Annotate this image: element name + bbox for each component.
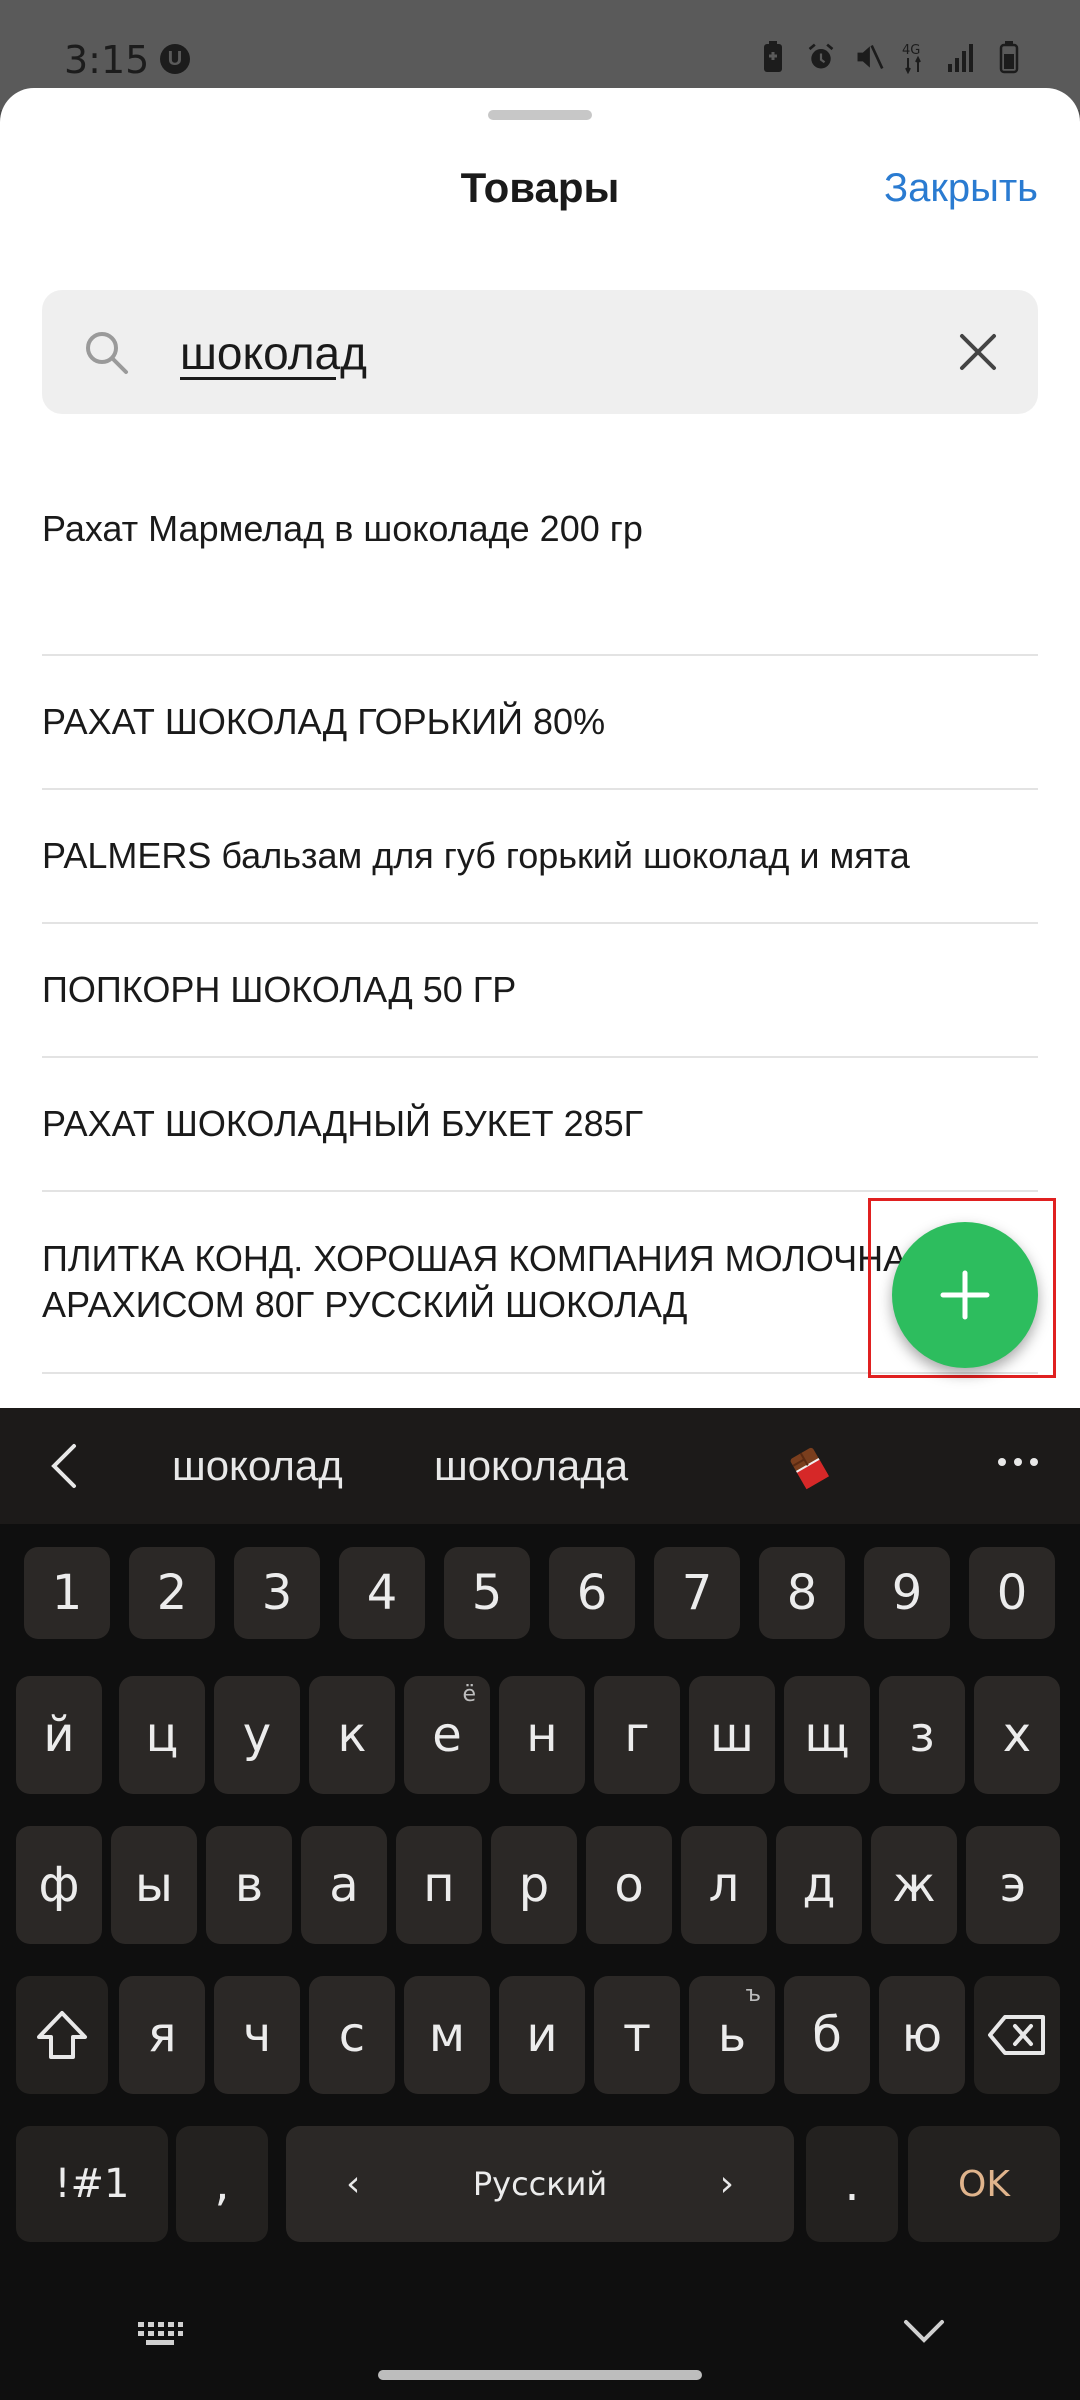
mute-icon <box>854 40 884 74</box>
network-type-label: 4G <box>902 43 920 58</box>
key-9[interactable]: 9 <box>864 1547 950 1639</box>
key-э[interactable]: э <box>966 1826 1060 1944</box>
key-д[interactable]: д <box>776 1826 862 1944</box>
alarm-icon <box>806 40 836 74</box>
symbols-key[interactable]: !#1 <box>16 2126 168 2242</box>
product-name: PALMERS бальзам для губ горький шоколад … <box>42 835 910 876</box>
status-time: 3:15 <box>64 38 150 82</box>
key-ь-alt-label: ъ <box>745 1982 761 2007</box>
backspace-key[interactable] <box>974 1976 1060 2094</box>
product-list-item[interactable]: РАХАТ ШОКОЛАДНЫЙ БУКЕТ 285Г <box>42 1058 1038 1192</box>
key-к[interactable]: к <box>309 1676 395 1794</box>
cursor-left-icon: ‹ <box>346 2163 361 2205</box>
key-р[interactable]: р <box>491 1826 577 1944</box>
key-0[interactable]: 0 <box>969 1547 1055 1639</box>
key-в[interactable]: в <box>206 1826 292 1944</box>
suggestion-1[interactable]: шоколад <box>172 1442 343 1490</box>
comma-key[interactable]: , <box>176 2126 268 2242</box>
key-м[interactable]: м <box>404 1976 490 2094</box>
back-chevron-icon[interactable] <box>48 1442 80 1490</box>
battery-saver-icon <box>758 40 788 74</box>
key-х[interactable]: х <box>974 1676 1060 1794</box>
key-у[interactable]: у <box>214 1676 300 1794</box>
key-ц[interactable]: ц <box>119 1676 205 1794</box>
signal-strength-icon <box>946 40 976 74</box>
product-name: Рахат Мармелад в шоколаде 200 гр <box>42 508 643 549</box>
key-й[interactable]: й <box>16 1676 102 1794</box>
key-4[interactable]: 4 <box>339 1547 425 1639</box>
keyboard-switch-icon[interactable] <box>136 2318 184 2348</box>
key-1[interactable]: 1 <box>24 1547 110 1639</box>
cursor-right-icon: › <box>719 2163 734 2205</box>
key-е-label: е <box>432 1707 462 1763</box>
key-щ[interactable]: щ <box>784 1676 870 1794</box>
add-product-button[interactable] <box>892 1222 1038 1368</box>
key-ш[interactable]: ш <box>689 1676 775 1794</box>
network-type-icon: 4G <box>902 40 928 75</box>
space-key[interactable]: ‹ Русский › <box>286 2126 794 2242</box>
u-notification-icon: U <box>160 44 190 74</box>
product-name: РАХАТ ШОКОЛАД ГОРЬКИЙ 80% <box>42 701 606 742</box>
key-я[interactable]: я <box>119 1976 205 2094</box>
key-7[interactable]: 7 <box>654 1547 740 1639</box>
hide-keyboard-icon[interactable] <box>902 2316 946 2346</box>
backspace-icon <box>988 2015 1045 2055</box>
suggestion-bar: шоколад шоколада <box>0 1408 1080 1524</box>
close-button[interactable]: Закрыть <box>884 166 1038 211</box>
key-ы[interactable]: ы <box>111 1826 197 1944</box>
shift-key[interactable] <box>16 1976 108 2094</box>
product-list-item[interactable]: PALMERS бальзам для губ горький шоколад … <box>42 790 1038 924</box>
space-language-label: Русский <box>472 2165 608 2203</box>
more-options-icon[interactable] <box>996 1452 1040 1472</box>
key-5[interactable]: 5 <box>444 1547 530 1639</box>
key-ч[interactable]: ч <box>214 1976 300 2094</box>
ok-key[interactable]: OK <box>908 2126 1060 2242</box>
product-list-item[interactable]: Рахат Мармелад в шоколаде 200 гр <box>42 500 1038 656</box>
key-е-alt-label: ё <box>462 1682 476 1707</box>
search-input[interactable] <box>180 318 940 388</box>
clear-search-icon[interactable] <box>958 332 998 372</box>
key-6[interactable]: 6 <box>549 1547 635 1639</box>
key-о[interactable]: о <box>586 1826 672 1944</box>
product-list-item[interactable]: РАХАТ ШОКОЛАД ГОРЬКИЙ 80% <box>42 656 1038 790</box>
search-icon <box>86 332 128 374</box>
suggestion-2[interactable]: шоколада <box>434 1442 628 1490</box>
key-ф[interactable]: ф <box>16 1826 102 1944</box>
key-2[interactable]: 2 <box>129 1547 215 1639</box>
key-е[interactable]: е ё <box>404 1676 490 1794</box>
product-name: РАХАТ ШОКОЛАДНЫЙ БУКЕТ 285Г <box>42 1103 644 1144</box>
key-г[interactable]: г <box>594 1676 680 1794</box>
period-key[interactable]: . <box>806 2126 898 2242</box>
key-б[interactable]: б <box>784 1976 870 2094</box>
battery-icon <box>994 40 1024 74</box>
chocolate-emoji-icon[interactable] <box>786 1444 836 1490</box>
drag-handle[interactable] <box>488 110 592 120</box>
home-indicator[interactable] <box>378 2370 702 2380</box>
keyboard: шоколад шоколада 1 2 3 4 5 6 7 8 9 0 й ц… <box>0 1408 1080 2400</box>
key-л[interactable]: л <box>681 1826 767 1944</box>
key-а[interactable]: а <box>301 1826 387 1944</box>
key-н[interactable]: н <box>499 1676 585 1794</box>
shift-icon <box>37 2011 87 2059</box>
key-8[interactable]: 8 <box>759 1547 845 1639</box>
plus-icon <box>940 1270 990 1320</box>
status-icons: 4G <box>758 40 1024 75</box>
search-bar[interactable] <box>42 290 1038 414</box>
key-з[interactable]: з <box>879 1676 965 1794</box>
key-п[interactable]: п <box>396 1826 482 1944</box>
key-и[interactable]: и <box>499 1976 585 2094</box>
product-name: ПОПКОРН ШОКОЛАД 50 ГР <box>42 969 517 1010</box>
key-с[interactable]: с <box>309 1976 395 2094</box>
key-ю[interactable]: ю <box>879 1976 965 2094</box>
key-ь[interactable]: ь ъ <box>689 1976 775 2094</box>
key-3[interactable]: 3 <box>234 1547 320 1639</box>
key-ь-label: ь <box>717 2007 747 2063</box>
product-list-item[interactable]: ПОПКОРН ШОКОЛАД 50 ГР <box>42 924 1038 1058</box>
key-т[interactable]: т <box>594 1976 680 2094</box>
key-ж[interactable]: ж <box>871 1826 957 1944</box>
